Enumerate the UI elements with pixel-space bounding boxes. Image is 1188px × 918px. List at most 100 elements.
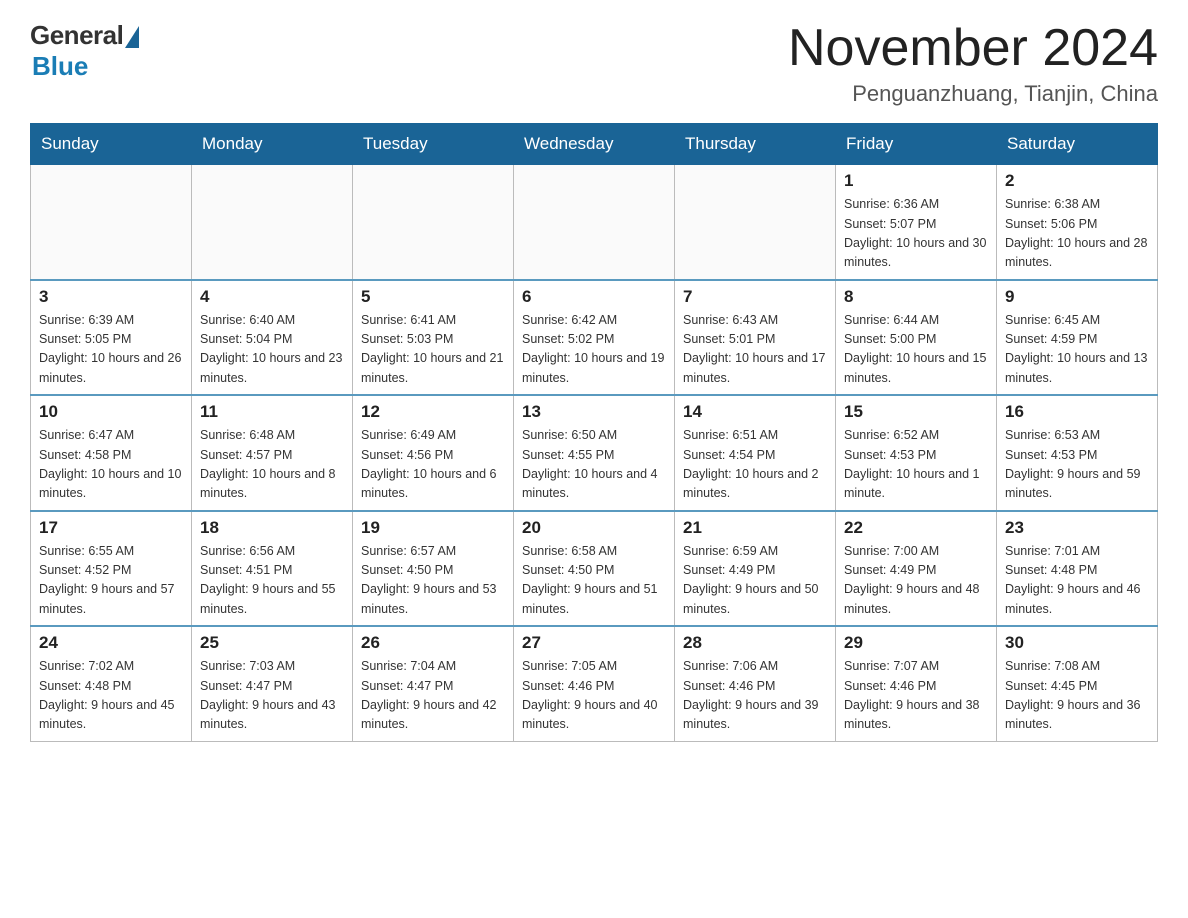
calendar-week-row: 1 Sunrise: 6:36 AMSunset: 5:07 PMDaylight… <box>31 165 1158 280</box>
day-of-week-header: Monday <box>192 124 353 165</box>
day-number: 2 <box>1005 171 1149 191</box>
calendar-cell: 30 Sunrise: 7:08 AMSunset: 4:45 PMDayligh… <box>997 626 1158 741</box>
calendar-cell: 21Sunrise: 6:59 AMSunset: 4:49 PMDayligh… <box>675 511 836 627</box>
calendar-week-row: 3Sunrise: 6:39 AMSunset: 5:05 PMDaylight… <box>31 280 1158 396</box>
calendar-cell: 20Sunrise: 6:58 AMSunset: 4:50 PMDayligh… <box>514 511 675 627</box>
calendar-cell: 12 Sunrise: 6:49 AMSunset: 4:56 PMDayligh… <box>353 395 514 511</box>
calendar-cell: 17Sunrise: 6:55 AMSunset: 4:52 PMDayligh… <box>31 511 192 627</box>
days-of-week-row: SundayMondayTuesdayWednesdayThursdayFrid… <box>31 124 1158 165</box>
calendar-cell: 4Sunrise: 6:40 AMSunset: 5:04 PMDaylight… <box>192 280 353 396</box>
day-info: Sunrise: 7:07 AMSunset: 4:46 PMDaylight:… <box>844 657 988 735</box>
day-info: Sunrise: 7:00 AMSunset: 4:49 PMDaylight:… <box>844 542 988 620</box>
calendar-cell: 6 Sunrise: 6:42 AMSunset: 5:02 PMDaylight… <box>514 280 675 396</box>
day-number: 5 <box>361 287 505 307</box>
day-number: 13 <box>522 402 666 422</box>
day-info: Sunrise: 6:38 AMSunset: 5:06 PMDaylight:… <box>1005 195 1149 273</box>
day-info: Sunrise: 6:52 AMSunset: 4:53 PMDaylight:… <box>844 426 988 504</box>
calendar-week-row: 10 Sunrise: 6:47 AMSunset: 4:58 PMDayligh… <box>31 395 1158 511</box>
location-subtitle: Penguanzhuang, Tianjin, China <box>788 81 1158 107</box>
logo: General Blue <box>30 20 139 82</box>
day-number: 12 <box>361 402 505 422</box>
day-info: Sunrise: 6:59 AMSunset: 4:49 PMDaylight:… <box>683 542 827 620</box>
day-info: Sunrise: 7:02 AMSunset: 4:48 PMDaylight:… <box>39 657 183 735</box>
day-info: Sunrise: 6:40 AMSunset: 5:04 PMDaylight:… <box>200 311 344 389</box>
day-number: 19 <box>361 518 505 538</box>
day-info: Sunrise: 6:42 AMSunset: 5:02 PMDaylight:… <box>522 311 666 389</box>
calendar-cell: 8 Sunrise: 6:44 AMSunset: 5:00 PMDaylight… <box>836 280 997 396</box>
calendar-cell <box>192 165 353 280</box>
day-info: Sunrise: 6:43 AMSunset: 5:01 PMDaylight:… <box>683 311 827 389</box>
calendar-cell: 19 Sunrise: 6:57 AMSunset: 4:50 PMDayligh… <box>353 511 514 627</box>
day-number: 24 <box>39 633 183 653</box>
day-of-week-header: Friday <box>836 124 997 165</box>
calendar-cell: 9 Sunrise: 6:45 AMSunset: 4:59 PMDaylight… <box>997 280 1158 396</box>
day-number: 16 <box>1005 402 1149 422</box>
day-info: Sunrise: 6:41 AMSunset: 5:03 PMDaylight:… <box>361 311 505 389</box>
day-info: Sunrise: 6:48 AMSunset: 4:57 PMDaylight:… <box>200 426 344 504</box>
day-info: Sunrise: 7:01 AMSunset: 4:48 PMDaylight:… <box>1005 542 1149 620</box>
day-info: Sunrise: 6:45 AMSunset: 4:59 PMDaylight:… <box>1005 311 1149 389</box>
day-number: 15 <box>844 402 988 422</box>
day-number: 17 <box>39 518 183 538</box>
day-number: 25 <box>200 633 344 653</box>
day-number: 18 <box>200 518 344 538</box>
day-number: 11 <box>200 402 344 422</box>
logo-general-text: General <box>30 20 123 51</box>
day-info: Sunrise: 7:08 AMSunset: 4:45 PMDaylight:… <box>1005 657 1149 735</box>
day-number: 10 <box>39 402 183 422</box>
day-number: 6 <box>522 287 666 307</box>
calendar-cell: 1 Sunrise: 6:36 AMSunset: 5:07 PMDaylight… <box>836 165 997 280</box>
day-info: Sunrise: 7:04 AMSunset: 4:47 PMDaylight:… <box>361 657 505 735</box>
day-number: 28 <box>683 633 827 653</box>
calendar-cell: 18 Sunrise: 6:56 AMSunset: 4:51 PMDayligh… <box>192 511 353 627</box>
day-info: Sunrise: 6:47 AMSunset: 4:58 PMDaylight:… <box>39 426 183 504</box>
day-info: Sunrise: 7:05 AMSunset: 4:46 PMDaylight:… <box>522 657 666 735</box>
calendar-cell: 16 Sunrise: 6:53 AMSunset: 4:53 PMDayligh… <box>997 395 1158 511</box>
calendar-cell <box>675 165 836 280</box>
calendar-cell: 13Sunrise: 6:50 AMSunset: 4:55 PMDayligh… <box>514 395 675 511</box>
day-info: Sunrise: 6:44 AMSunset: 5:00 PMDaylight:… <box>844 311 988 389</box>
calendar-cell: 28Sunrise: 7:06 AMSunset: 4:46 PMDayligh… <box>675 626 836 741</box>
day-number: 1 <box>844 171 988 191</box>
page-header: General Blue November 2024 Penguanzhuang… <box>30 20 1158 107</box>
day-number: 29 <box>844 633 988 653</box>
day-number: 30 <box>1005 633 1149 653</box>
calendar-cell: 14Sunrise: 6:51 AMSunset: 4:54 PMDayligh… <box>675 395 836 511</box>
calendar-cell: 7 Sunrise: 6:43 AMSunset: 5:01 PMDaylight… <box>675 280 836 396</box>
day-of-week-header: Wednesday <box>514 124 675 165</box>
day-number: 7 <box>683 287 827 307</box>
calendar-cell: 2 Sunrise: 6:38 AMSunset: 5:06 PMDaylight… <box>997 165 1158 280</box>
day-info: Sunrise: 6:56 AMSunset: 4:51 PMDaylight:… <box>200 542 344 620</box>
calendar-cell <box>353 165 514 280</box>
month-title: November 2024 <box>788 20 1158 77</box>
title-block: November 2024 Penguanzhuang, Tianjin, Ch… <box>788 20 1158 107</box>
logo-triangle-icon <box>125 26 139 48</box>
calendar-cell: 24 Sunrise: 7:02 AMSunset: 4:48 PMDayligh… <box>31 626 192 741</box>
day-of-week-header: Sunday <box>31 124 192 165</box>
calendar-cell: 22 Sunrise: 7:00 AMSunset: 4:49 PMDayligh… <box>836 511 997 627</box>
calendar-header: SundayMondayTuesdayWednesdayThursdayFrid… <box>31 124 1158 165</box>
day-of-week-header: Tuesday <box>353 124 514 165</box>
day-number: 14 <box>683 402 827 422</box>
calendar-cell: 10 Sunrise: 6:47 AMSunset: 4:58 PMDayligh… <box>31 395 192 511</box>
day-info: Sunrise: 6:36 AMSunset: 5:07 PMDaylight:… <box>844 195 988 273</box>
day-number: 26 <box>361 633 505 653</box>
calendar-cell: 27 Sunrise: 7:05 AMSunset: 4:46 PMDayligh… <box>514 626 675 741</box>
day-info: Sunrise: 6:58 AMSunset: 4:50 PMDaylight:… <box>522 542 666 620</box>
calendar-cell: 15 Sunrise: 6:52 AMSunset: 4:53 PMDayligh… <box>836 395 997 511</box>
day-number: 23 <box>1005 518 1149 538</box>
day-number: 8 <box>844 287 988 307</box>
day-info: Sunrise: 6:53 AMSunset: 4:53 PMDaylight:… <box>1005 426 1149 504</box>
day-info: Sunrise: 6:49 AMSunset: 4:56 PMDaylight:… <box>361 426 505 504</box>
calendar-cell: 23 Sunrise: 7:01 AMSunset: 4:48 PMDayligh… <box>997 511 1158 627</box>
calendar-cell <box>31 165 192 280</box>
logo-blue-text: Blue <box>32 51 88 82</box>
day-of-week-header: Saturday <box>997 124 1158 165</box>
calendar-cell: 11 Sunrise: 6:48 AMSunset: 4:57 PMDayligh… <box>192 395 353 511</box>
day-info: Sunrise: 6:57 AMSunset: 4:50 PMDaylight:… <box>361 542 505 620</box>
day-number: 9 <box>1005 287 1149 307</box>
day-number: 27 <box>522 633 666 653</box>
day-info: Sunrise: 6:39 AMSunset: 5:05 PMDaylight:… <box>39 311 183 389</box>
calendar-cell <box>514 165 675 280</box>
day-number: 22 <box>844 518 988 538</box>
